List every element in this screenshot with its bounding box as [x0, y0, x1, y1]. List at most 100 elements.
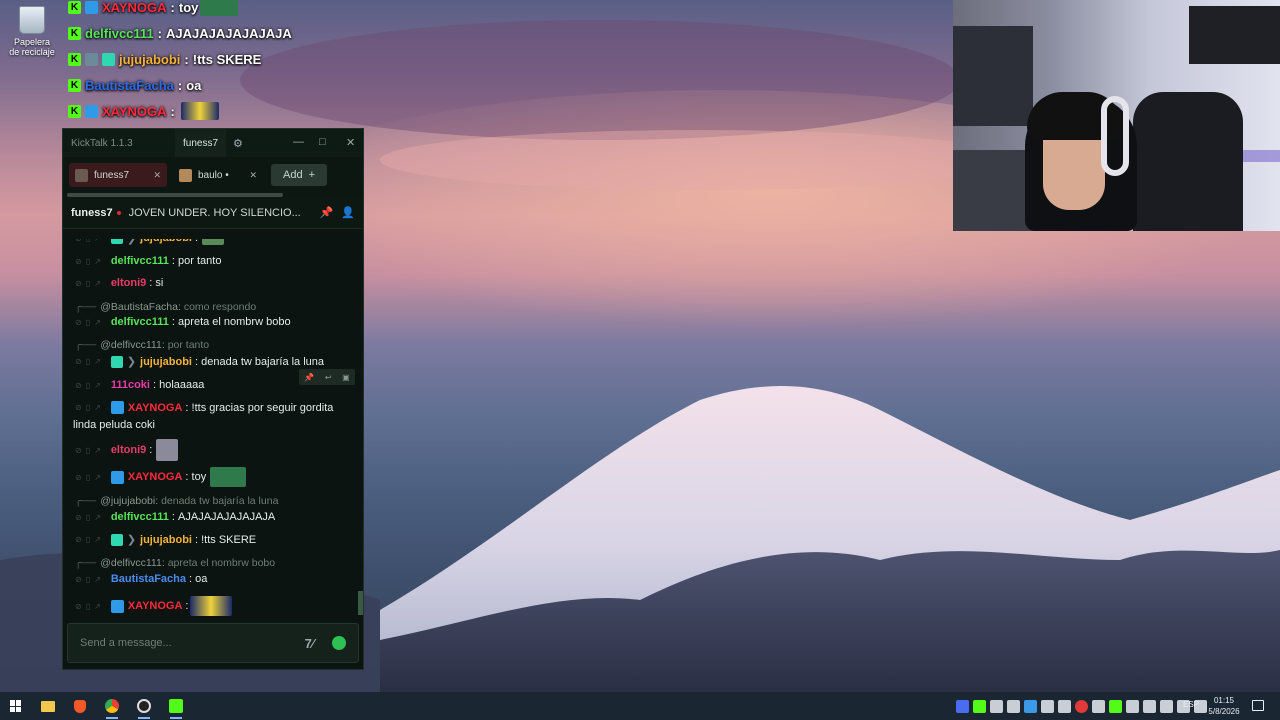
close-button[interactable]: ✕: [346, 136, 355, 149]
close-tab-icon[interactable]: ✕: [153, 170, 161, 181]
chat-username[interactable]: XAYNOGA: [128, 471, 183, 483]
tray-app-icon[interactable]: [1126, 699, 1139, 713]
recycle-bin-icon[interactable]: Papelera de reciclaje: [8, 6, 56, 57]
message-actions-icon[interactable]: ⊘▯↗: [75, 575, 105, 584]
tray-app-icon[interactable]: [1058, 699, 1071, 713]
kick-tray-icon[interactable]: [1109, 699, 1122, 713]
gg-badge-icon: [110, 355, 123, 368]
chrome-icon[interactable]: [96, 692, 128, 720]
sub-badge-icon: [85, 0, 98, 14]
reply-arc-icon: ╭──: [75, 495, 97, 507]
tray-app-icon[interactable]: [973, 699, 986, 713]
tab-baulo[interactable]: baulo • ✕: [173, 163, 263, 187]
tab-funess7[interactable]: funess7 ✕: [69, 163, 167, 187]
title-bar[interactable]: KickTalk 1.1.3 funess7 ⚙ — □ ✕: [63, 129, 363, 157]
file-explorer-icon[interactable]: [32, 692, 64, 720]
chat-username[interactable]: eltoni9: [111, 444, 146, 456]
gg-badge-icon: [110, 533, 123, 546]
chat-messages: ⊘▯↗ ❯ jujujabobi: ⊘▯↗ delfivcc111: por t…: [63, 239, 363, 619]
maximize-button[interactable]: □: [319, 136, 326, 148]
tray-app-icon[interactable]: [1024, 699, 1037, 713]
pin-icon[interactable]: 📌: [320, 206, 334, 219]
message-actions-icon[interactable]: ⊘▯↗: [75, 446, 105, 455]
gear-icon[interactable]: ⚙: [233, 137, 243, 150]
reply-context[interactable]: ╭── @jujujabobi: denada tw bajaría la lun…: [75, 495, 278, 507]
discord-icon[interactable]: [1143, 699, 1156, 713]
chat-username[interactable]: delfivcc111: [111, 255, 169, 267]
chat-text: linda peluda coki: [73, 419, 155, 431]
emote-image: [200, 0, 239, 16]
tray-app-icon[interactable]: [1160, 699, 1173, 713]
chat-username[interactable]: eltoni9: [111, 277, 146, 289]
tray-app-icon[interactable]: [1007, 699, 1020, 713]
brave-browser-icon[interactable]: [64, 692, 96, 720]
chat-username[interactable]: XAYNOGA: [128, 402, 183, 414]
reply-arc-icon: ╭──: [75, 301, 97, 313]
obs-icon[interactable]: [128, 692, 160, 720]
sub-badge-icon: [110, 470, 124, 484]
plus-icon: +: [308, 169, 315, 181]
message-actions-icon[interactable]: ⊘▯↗: [75, 318, 105, 327]
channel-name: funess7: [71, 206, 113, 219]
overlay-chat-line: K delfivcc111 : AJAJAJAJAJAJAJA: [68, 20, 468, 46]
chat-message: ⊘▯↗ ❯ jujujabobi:: [63, 239, 357, 245]
reply-context[interactable]: ╭── @delfivcc111: apreta el nombrw bobo: [75, 557, 275, 569]
chat-text: oa: [195, 573, 208, 585]
kick-app-icon[interactable]: [160, 692, 192, 720]
add-channel-button[interactable]: Add +: [271, 164, 327, 186]
close-tab-icon[interactable]: ✕: [249, 170, 257, 181]
trash-icon: [19, 6, 45, 34]
tray-app-icon[interactable]: [1092, 699, 1105, 713]
chat-username[interactable]: delfivcc111: [111, 316, 169, 328]
chat-username[interactable]: XAYNOGA: [128, 600, 183, 612]
overlay-message: toy: [178, 0, 199, 15]
message-actions-icon[interactable]: ⊘▯↗: [75, 602, 105, 611]
tabs-scrollbar[interactable]: [63, 193, 363, 197]
message-input[interactable]: Send a message... 7⁄: [67, 623, 359, 663]
clock[interactable]: 01:15 5/8/2026: [1206, 695, 1242, 717]
user-icon[interactable]: 👤: [341, 206, 355, 219]
message-actions-icon[interactable]: ⊘▯↗: [75, 473, 105, 482]
chat-username[interactable]: delfivcc111: [111, 511, 169, 523]
chevron-badge-icon: [85, 52, 98, 66]
gg-badge-icon: [110, 239, 123, 244]
language-indicator[interactable]: ESP: [1183, 700, 1199, 709]
overlay-username: jujujabobi: [119, 51, 181, 67]
recycle-bin-label: Papelera de reciclaje: [9, 37, 55, 57]
tray-app-icon[interactable]: [956, 699, 969, 713]
message-actions-icon[interactable]: ⊘▯↗: [75, 357, 105, 366]
clock-date: 5/8/2026: [1208, 707, 1240, 716]
chat-username[interactable]: jujujabobi: [140, 239, 192, 244]
message-actions-icon[interactable]: ⊘▯↗: [75, 279, 105, 288]
message-actions-icon[interactable]: ⊘▯↗: [75, 535, 105, 544]
chat-send-icon[interactable]: [332, 636, 346, 650]
message-actions-icon[interactable]: ⊘▯↗: [75, 381, 105, 390]
overlay-username: XAYNOGA: [102, 103, 167, 119]
chat-text: por tanto: [178, 255, 222, 267]
overlay-message: AJAJAJAJAJAJAJA: [166, 25, 292, 41]
minimize-button[interactable]: —: [293, 136, 304, 148]
obs-tray-icon[interactable]: [1075, 699, 1088, 713]
sub-badge-icon: [85, 104, 98, 118]
tray-app-icon[interactable]: [990, 699, 1003, 713]
chat-username[interactable]: jujujabobi: [140, 356, 192, 368]
chat-username[interactable]: BautistaFacha: [111, 573, 186, 585]
reply-context[interactable]: ╭── @BautistaFacha: como respondo: [75, 301, 256, 313]
notifications-icon[interactable]: [1252, 700, 1264, 711]
message-actions-icon[interactable]: ⊘▯↗: [75, 513, 105, 522]
windows-start-icon[interactable]: [0, 692, 32, 720]
kicktalk-window: KickTalk 1.1.3 funess7 ⚙ — □ ✕ funess7 ✕…: [62, 128, 364, 670]
message-actions-icon[interactable]: ⊘▯↗: [75, 257, 105, 266]
chat-text: !tts gracias por seguir gordita: [191, 401, 334, 414]
emote-picker-icon[interactable]: 7⁄: [305, 636, 314, 651]
message-actions-icon[interactable]: ⊘▯↗: [75, 403, 105, 412]
message-placeholder: Send a message...: [80, 637, 172, 649]
microphone-icon[interactable]: [1041, 699, 1054, 713]
chat-text: denada tw bajaría la luna: [201, 355, 325, 368]
message-actions-icon[interactable]: ⊘▯↗: [75, 239, 105, 243]
chat-scrollbar[interactable]: [358, 591, 363, 615]
emote-image: [210, 467, 247, 487]
chat-username[interactable]: 111coki: [111, 379, 150, 391]
chat-username[interactable]: jujujabobi: [140, 534, 192, 546]
reply-context[interactable]: ╭── @delfivcc111: por tanto: [75, 339, 209, 351]
